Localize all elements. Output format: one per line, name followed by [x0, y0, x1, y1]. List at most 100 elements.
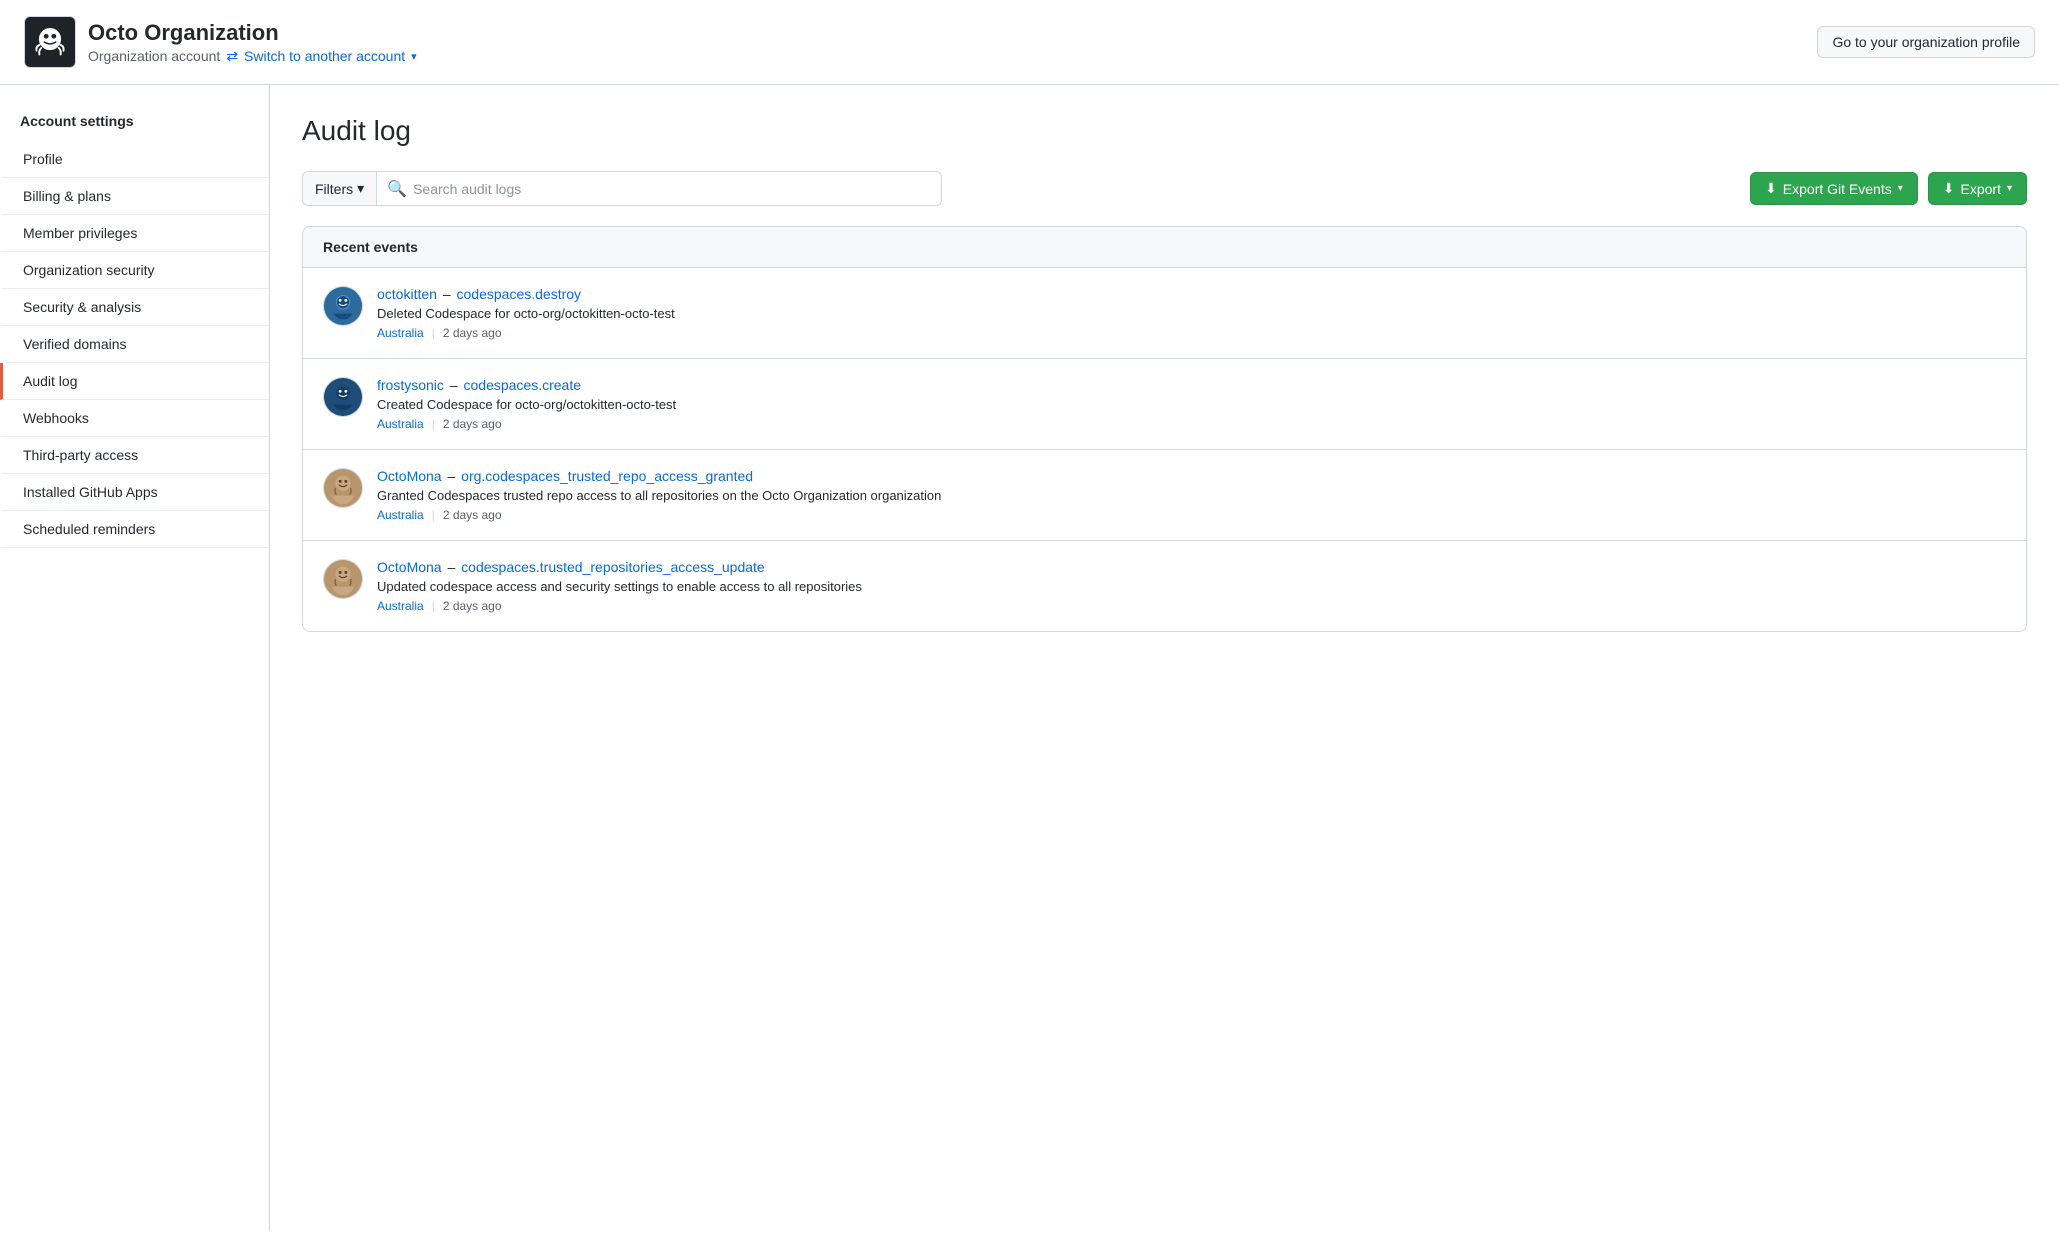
event-meta: Australia | 2 days ago	[377, 417, 2006, 431]
event-body: octokitten – codespaces.destroy Deleted …	[377, 286, 2006, 340]
event-meta-divider: |	[432, 508, 435, 522]
event-actor-link[interactable]: frostysonic	[377, 377, 444, 393]
avatar-octokitten	[324, 287, 362, 325]
switch-chevron-icon: ▾	[411, 50, 417, 63]
event-description: Granted Codespaces trusted repo access t…	[377, 488, 2006, 503]
sidebar-item-scheduled-reminders[interactable]: Scheduled reminders	[0, 511, 269, 548]
event-meta: Australia | 2 days ago	[377, 599, 2006, 613]
export-label: Export	[1961, 181, 2001, 197]
event-description: Created Codespace for octo-org/octokitte…	[377, 397, 2006, 412]
event-time: 2 days ago	[443, 599, 502, 613]
event-time: 2 days ago	[443, 508, 502, 522]
table-row: OctoMona – codespaces.trusted_repositori…	[303, 541, 2026, 631]
event-separator: –	[443, 286, 455, 302]
event-body: OctoMona – codespaces.trusted_repositori…	[377, 559, 2006, 613]
avatar	[323, 468, 363, 508]
event-separator: –	[447, 559, 459, 575]
event-action-link[interactable]: codespaces.trusted_repositories_access_u…	[461, 559, 765, 575]
export-button[interactable]: ⬇ Export ▾	[1928, 172, 2027, 205]
sidebar-item-third-party-access[interactable]: Third-party access	[0, 437, 269, 474]
org-type-label: Organization account	[88, 48, 220, 64]
event-location-link[interactable]: Australia	[377, 417, 424, 431]
avatar	[323, 559, 363, 599]
search-input[interactable]	[413, 181, 931, 197]
event-actor-link[interactable]: OctoMona	[377, 559, 442, 575]
event-separator: –	[447, 468, 459, 484]
page-layout: Account settings Profile Billing & plans…	[0, 85, 2059, 1231]
event-meta-divider: |	[432, 417, 435, 431]
export-git-events-button[interactable]: ⬇ Export Git Events ▾	[1750, 172, 1918, 205]
events-panel: Recent events	[302, 226, 2027, 632]
filters-button[interactable]: Filters ▾	[303, 172, 377, 205]
avatar-octomona-2	[324, 560, 362, 598]
filter-bar-right: ⬇ Export Git Events ▾ ⬇ Export ▾	[1750, 172, 2027, 205]
avatar	[323, 377, 363, 417]
sidebar-item-installed-apps[interactable]: Installed GitHub Apps	[0, 474, 269, 511]
event-description: Deleted Codespace for octo-org/octokitte…	[377, 306, 2006, 321]
sidebar-item-verified-domains[interactable]: Verified domains	[0, 326, 269, 363]
switch-account-link[interactable]: Switch to another account	[244, 48, 405, 64]
sidebar: Account settings Profile Billing & plans…	[0, 85, 270, 1231]
event-action-link[interactable]: org.codespaces_trusted_repo_access_grant…	[461, 468, 753, 484]
event-meta: Australia | 2 days ago	[377, 508, 2006, 522]
org-subtitle: Organization account ⇄ Switch to another…	[88, 48, 417, 65]
avatar	[323, 286, 363, 326]
event-location-link[interactable]: Australia	[377, 508, 424, 522]
event-location-link[interactable]: Australia	[377, 599, 424, 613]
avatar-image	[324, 286, 362, 326]
search-icon: 🔍	[387, 179, 407, 199]
avatar-image	[324, 468, 362, 508]
header-left: Octo Organization Organization account ⇄…	[24, 16, 417, 68]
org-avatar	[24, 16, 76, 68]
filters-label: Filters	[315, 181, 353, 197]
sidebar-item-profile[interactable]: Profile	[0, 141, 269, 178]
export-git-events-label: Export Git Events	[1783, 181, 1892, 197]
sidebar-item-member-privileges[interactable]: Member privileges	[0, 215, 269, 252]
event-description: Updated codespace access and security se…	[377, 579, 2006, 594]
event-meta: Australia | 2 days ago	[377, 326, 2006, 340]
event-title: OctoMona – org.codespaces_trusted_repo_a…	[377, 468, 2006, 484]
sidebar-item-security-analysis[interactable]: Security & analysis	[0, 289, 269, 326]
sidebar-item-webhooks[interactable]: Webhooks	[0, 400, 269, 437]
avatar-image	[324, 377, 362, 417]
filter-bar-left: Filters ▾ 🔍	[302, 171, 942, 206]
search-wrapper: 🔍	[377, 179, 941, 199]
event-action-link[interactable]: codespaces.destroy	[457, 286, 582, 302]
event-meta-divider: |	[432, 326, 435, 340]
sidebar-item-org-security[interactable]: Organization security	[0, 252, 269, 289]
org-name: Octo Organization	[88, 19, 417, 48]
event-location-link[interactable]: Australia	[377, 326, 424, 340]
octocat-icon	[25, 16, 75, 68]
event-time: 2 days ago	[443, 326, 502, 340]
filters-chevron-icon: ▾	[357, 180, 364, 197]
download-icon: ⬇	[1765, 180, 1777, 197]
export-download-icon: ⬇	[1943, 180, 1955, 197]
page-title: Audit log	[302, 115, 2027, 147]
avatar-image	[324, 559, 362, 599]
org-info: Octo Organization Organization account ⇄…	[88, 19, 417, 65]
sidebar-item-audit-log[interactable]: Audit log	[0, 363, 269, 400]
sidebar-item-billing[interactable]: Billing & plans	[0, 178, 269, 215]
sidebar-heading: Account settings	[0, 105, 269, 141]
export-git-events-chevron-icon: ▾	[1898, 183, 1903, 194]
event-actor-link[interactable]: octokitten	[377, 286, 437, 302]
events-panel-header: Recent events	[303, 227, 2026, 268]
page-header: Octo Organization Organization account ⇄…	[0, 0, 2059, 85]
avatar-octomona	[324, 469, 362, 507]
table-row: octokitten – codespaces.destroy Deleted …	[303, 268, 2026, 359]
table-row: OctoMona – org.codespaces_trusted_repo_a…	[303, 450, 2026, 541]
avatar-frostysonic	[324, 378, 362, 416]
switch-icon: ⇄	[226, 48, 238, 65]
event-title: octokitten – codespaces.destroy	[377, 286, 2006, 302]
main-content: Audit log Filters ▾ 🔍 ⬇ Export Git Event…	[270, 85, 2059, 1231]
table-row: frostysonic – codespaces.create Created …	[303, 359, 2026, 450]
export-chevron-icon: ▾	[2007, 183, 2012, 194]
filter-bar: Filters ▾ 🔍 ⬇ Export Git Events ▾ ⬇ Expo…	[302, 171, 2027, 206]
go-to-profile-button[interactable]: Go to your organization profile	[1817, 26, 2035, 58]
event-separator: –	[450, 377, 462, 393]
event-body: OctoMona – org.codespaces_trusted_repo_a…	[377, 468, 2006, 522]
event-action-link[interactable]: codespaces.create	[464, 377, 582, 393]
event-actor-link[interactable]: OctoMona	[377, 468, 442, 484]
event-title: frostysonic – codespaces.create	[377, 377, 2006, 393]
event-title: OctoMona – codespaces.trusted_repositori…	[377, 559, 2006, 575]
